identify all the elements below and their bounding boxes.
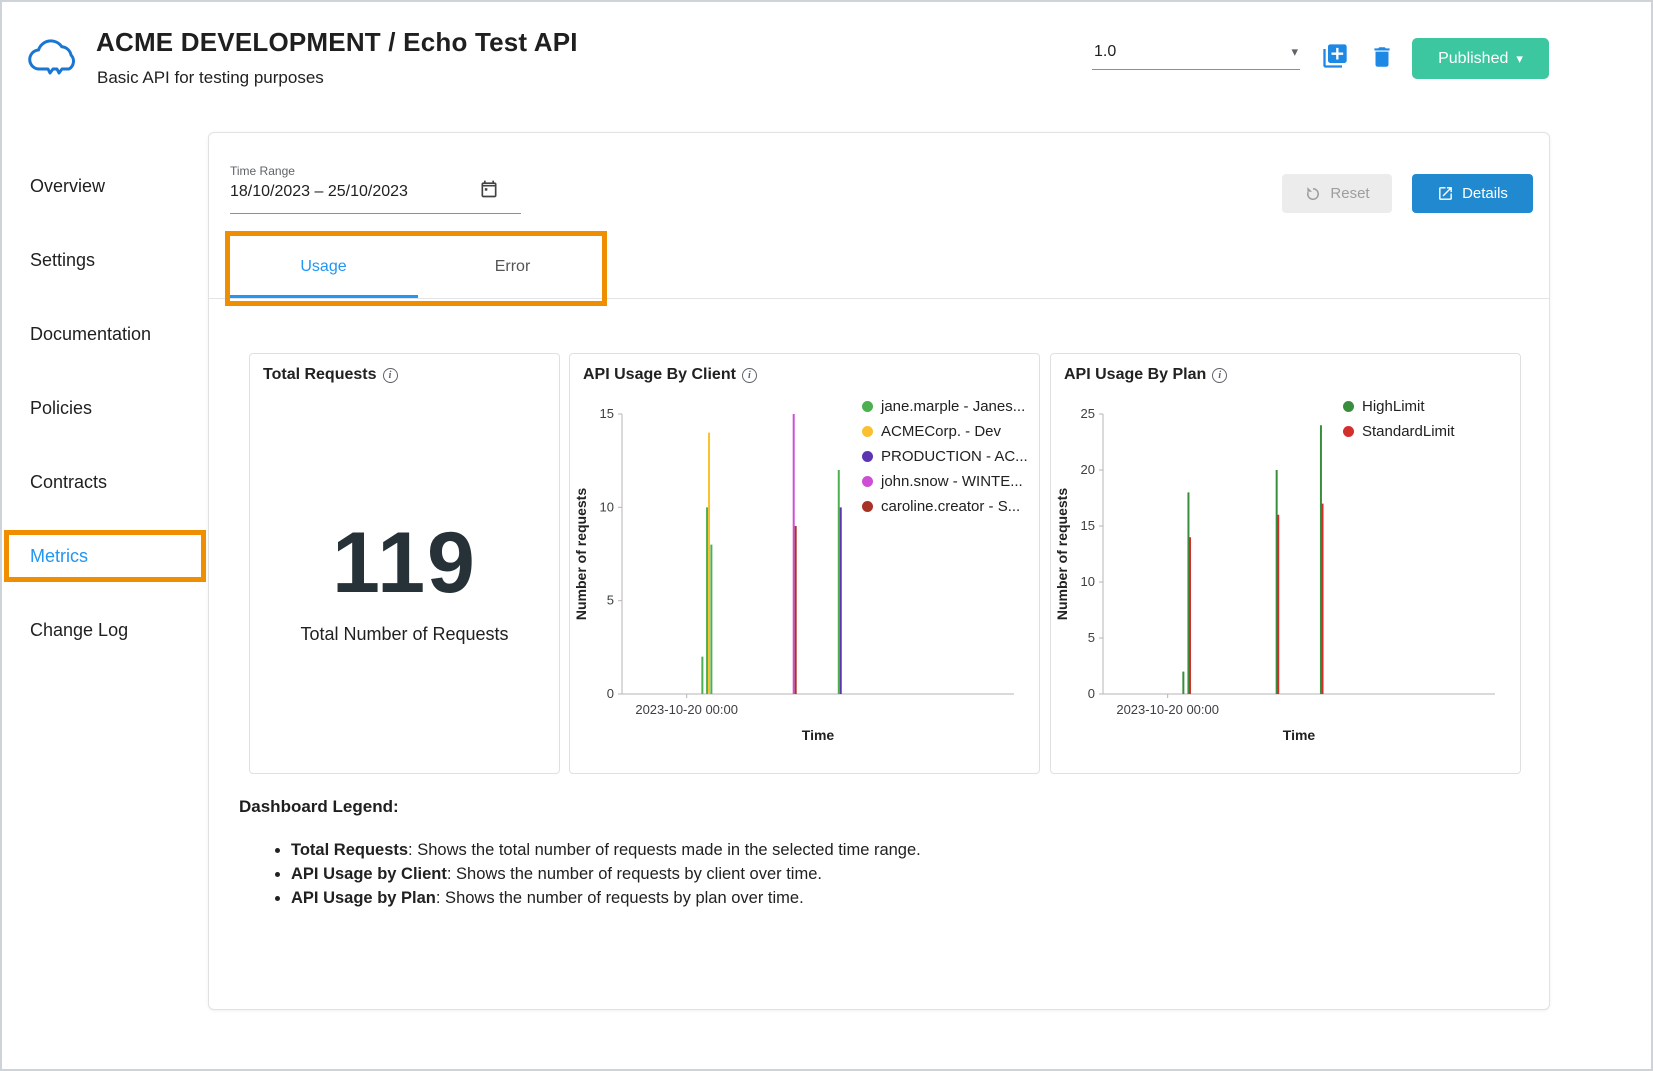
usage-by-client-card: API Usage By Client 0 5 10 15 2023-10-20 00:… — [569, 353, 1040, 774]
open-in-new-icon — [1437, 185, 1454, 202]
svg-text:5: 5 — [1088, 630, 1095, 645]
usage-by-client-legend: jane.marple - Janes... ACMECorp. - Dev P… — [862, 398, 1028, 515]
legend-label: john.snow - WINTE... — [881, 473, 1023, 490]
legend-label: caroline.creator - S... — [881, 498, 1020, 515]
legend-dot — [1343, 401, 1354, 412]
details-button[interactable]: Details — [1412, 174, 1533, 213]
sidebar-item-documentation[interactable]: Documentation — [30, 324, 151, 345]
calendar-icon[interactable] — [479, 179, 499, 199]
usage-by-plan-card: API Usage By Plan 0 5 10 15 20 25 2023-10-20 0… — [1050, 353, 1521, 774]
card-title: API Usage By Plan — [1064, 366, 1227, 384]
page-title: ACME DEVELOPMENT / Echo Test API — [96, 27, 578, 58]
sidebar-item-contracts[interactable]: Contracts — [30, 472, 107, 493]
tabs: Usage Error — [229, 236, 607, 298]
info-icon[interactable] — [383, 368, 398, 383]
page-subtitle: Basic API for testing purposes — [97, 68, 324, 88]
svg-text:Time: Time — [1283, 727, 1316, 743]
dashboard-legend-heading: Dashboard Legend: — [239, 797, 399, 817]
legend-item: StandardLimit — [1343, 423, 1455, 440]
card-title: API Usage By Client — [583, 366, 757, 384]
dashboard-legend-item: API Usage by Plan: Shows the number of r… — [291, 889, 921, 908]
svg-text:0: 0 — [1088, 686, 1095, 701]
total-requests-caption: Total Number of Requests — [250, 624, 559, 645]
add-version-button[interactable] — [1320, 42, 1350, 72]
reset-icon — [1304, 185, 1322, 203]
time-range-input[interactable]: 18/10/2023 – 25/10/2023 — [230, 183, 408, 201]
usage-by-plan-legend: HighLimit StandardLimit — [1343, 398, 1455, 440]
delete-button[interactable] — [1368, 44, 1396, 72]
info-icon[interactable] — [742, 368, 757, 383]
sidebar-item-overview[interactable]: Overview — [30, 176, 105, 197]
usage-by-plan-title: API Usage By Plan — [1064, 366, 1206, 384]
svg-text:5: 5 — [607, 593, 614, 608]
caret-down-icon: ▾ — [1516, 51, 1523, 67]
svg-text:Number of requests: Number of requests — [1055, 488, 1070, 620]
legend-item: caroline.creator - S... — [862, 498, 1028, 515]
metrics-panel: Time Range 18/10/2023 – 25/10/2023 Reset — [208, 132, 1550, 1010]
library-add-icon — [1321, 58, 1349, 73]
usage-by-client-title: API Usage By Client — [583, 366, 736, 384]
svg-text:Number of requests: Number of requests — [574, 488, 589, 620]
svg-text:10: 10 — [600, 499, 614, 514]
legend-item: jane.marple - Janes... — [862, 398, 1028, 415]
legend-dot — [1343, 426, 1354, 437]
legend-label: ACMECorp. - Dev — [881, 423, 1001, 440]
card-title: Total Requests — [263, 366, 398, 384]
total-requests-title: Total Requests — [263, 366, 377, 384]
legend-label: StandardLimit — [1362, 423, 1455, 440]
legend-item: HighLimit — [1343, 398, 1455, 415]
reset-button[interactable]: Reset — [1282, 174, 1392, 213]
legend-label: jane.marple - Janes... — [881, 398, 1025, 415]
tabs-divider — [209, 298, 1549, 299]
page: ACME DEVELOPMENT / Echo Test API Basic A… — [0, 0, 1653, 1071]
svg-text:15: 15 — [600, 406, 614, 421]
cloud-logo-icon — [26, 28, 84, 86]
legend-dot — [862, 451, 873, 462]
published-label: Published — [1438, 50, 1508, 68]
svg-text:10: 10 — [1081, 574, 1095, 589]
published-status-button[interactable]: Published ▾ — [1412, 38, 1549, 79]
total-requests-card: Total Requests 119 Total Number of Reque… — [249, 353, 560, 774]
time-range-label: Time Range — [230, 164, 295, 178]
sidebar-item-policies[interactable]: Policies — [30, 398, 92, 419]
dashboard-legend-item: API Usage by Client: Shows the number of… — [291, 865, 921, 884]
trash-icon — [1369, 58, 1395, 73]
caret-down-icon: ▾ — [1291, 44, 1298, 60]
version-select-value: 1.0 — [1094, 43, 1116, 61]
dashboard-legend-item: Total Requests: Shows the total number o… — [291, 841, 921, 860]
sidebar-item-changelog[interactable]: Change Log — [30, 620, 128, 641]
time-range-underline — [230, 213, 521, 214]
reset-label: Reset — [1330, 185, 1369, 202]
svg-text:2023-10-20 00:00: 2023-10-20 00:00 — [1116, 702, 1219, 717]
legend-label: HighLimit — [1362, 398, 1425, 415]
legend-dot — [862, 476, 873, 487]
svg-text:Time: Time — [802, 727, 835, 743]
tab-error[interactable]: Error — [418, 236, 607, 298]
svg-text:0: 0 — [607, 686, 614, 701]
legend-item: ACMECorp. - Dev — [862, 423, 1028, 440]
sidebar-item-metrics[interactable]: Metrics — [30, 546, 88, 567]
legend-dot — [862, 426, 873, 437]
svg-text:2023-10-20 00:00: 2023-10-20 00:00 — [635, 702, 738, 717]
version-select[interactable]: 1.0 ▾ — [1092, 38, 1300, 70]
usage-by-plan-chart: 0 5 10 15 20 25 2023-10-20 00:00 Time Number of … — [1055, 400, 1505, 748]
dashboard-legend-list: Total Requests: Shows the total number o… — [291, 841, 921, 913]
info-icon[interactable] — [1212, 368, 1227, 383]
svg-text:15: 15 — [1081, 518, 1095, 533]
total-requests-value: 119 — [250, 514, 559, 613]
legend-item: john.snow - WINTE... — [862, 473, 1028, 490]
sidebar-item-settings[interactable]: Settings — [30, 250, 95, 271]
legend-dot — [862, 501, 873, 512]
tab-usage[interactable]: Usage — [229, 236, 418, 298]
legend-item: PRODUCTION - AC... — [862, 448, 1028, 465]
details-label: Details — [1462, 185, 1508, 202]
legend-dot — [862, 401, 873, 412]
svg-text:20: 20 — [1081, 462, 1095, 477]
legend-label: PRODUCTION - AC... — [881, 448, 1028, 465]
svg-text:25: 25 — [1081, 406, 1095, 421]
